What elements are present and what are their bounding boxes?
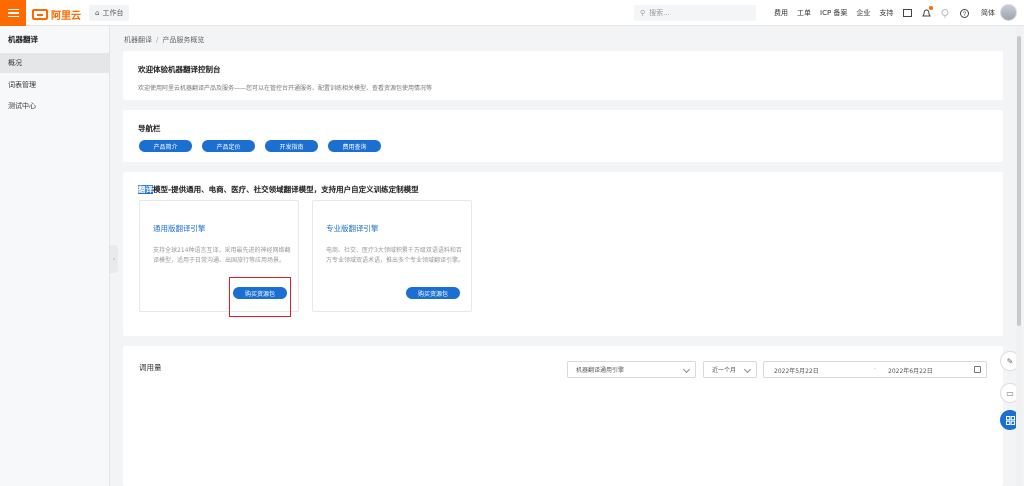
breadcrumb-separator: / — [156, 36, 159, 44]
sidebar-item-label: 词表管理 — [8, 81, 36, 89]
workbench-button[interactable]: ⌂ 工作台 — [89, 5, 130, 21]
sidebar-item-label: 概况 — [8, 59, 22, 67]
hamburger-menu-icon[interactable] — [0, 0, 26, 26]
engine-title[interactable]: 专业版翻译引擎 — [326, 223, 379, 234]
date-start[interactable]: 2022年5月22日 — [774, 366, 819, 375]
engine-title[interactable]: 通用版翻译引擎 — [153, 223, 206, 234]
highlight-annotation-box — [229, 277, 291, 317]
aliyun-logo-icon — [32, 9, 48, 20]
engine-description: 电商、社交、医疗3大领域积累千万级双语语料和百万专业领域双语术语，推出多个专业领… — [326, 247, 465, 264]
top-navigation-bar: 阿里云 ⌂ 工作台 ⚲ 搜索... 费用 工单 ICP 备案 企业 支持 ? 简… — [0, 0, 1024, 26]
period-select[interactable]: 近一个月 — [703, 361, 757, 378]
engine-select-value: 机器翻译通用引擎 — [576, 367, 625, 374]
usage-title: 调用量 — [139, 363, 162, 372]
pro-engine-card: 专业版翻译引擎 电商、社交、医疗3大领域积累千万级双语语料和百万专业领域双语术语… — [312, 200, 472, 312]
navbar-card: 导航栏 产品简介 产品定价 开发指南 费用查询 — [123, 110, 1003, 162]
billing-query-button[interactable]: 费用查询 — [328, 140, 381, 152]
period-select-value: 近一个月 — [712, 367, 737, 374]
search-input[interactable]: ⚲ 搜索... — [634, 5, 756, 21]
sidebar: 机器翻译 概况 词表管理 测试中心 — [0, 26, 110, 486]
engine-description: 支持全球214种语言互译，采用最先进的神经网络翻译模型，适用于日常沟通、出国旅行… — [153, 247, 291, 264]
date-separator: - — [874, 365, 877, 372]
sidebar-title: 机器翻译 — [8, 35, 38, 44]
date-end[interactable]: 2022年6月22日 — [888, 366, 933, 375]
aliyun-logo[interactable]: 阿里云 — [32, 7, 81, 22]
scrollbar-thumb[interactable] — [1017, 36, 1021, 326]
navbar-buttons: 产品简介 产品定价 开发指南 费用查询 — [139, 140, 381, 152]
calendar-icon[interactable] — [974, 366, 981, 373]
chevron-down-icon — [682, 365, 691, 374]
engines-title: 翻译模型-提供通用、电商、医疗、社交领域翻译模型，支持用户自定义训练定制模型 — [138, 184, 419, 195]
buy-resource-pack-button[interactable]: 购买资源包 — [406, 287, 460, 299]
sidebar-collapse-handle[interactable]: ‹ — [110, 245, 118, 273]
language-switch[interactable]: 简体 — [981, 8, 995, 18]
sidebar-item-label: 测试中心 — [8, 102, 36, 110]
bell-icon[interactable] — [921, 6, 933, 18]
workbench-label: 工作台 — [102, 9, 124, 17]
engines-title-highlight: 翻译 — [138, 185, 153, 194]
avatar[interactable] — [1000, 4, 1017, 21]
usage-card: 调用量 机器翻译通用引擎 近一个月 2022年5月22日 - 2022年6月22… — [123, 346, 1003, 486]
top-links: 费用 工单 ICP 备案 企业 支持 — [774, 0, 893, 26]
page-scrollbar[interactable] — [1016, 26, 1022, 486]
engine-select[interactable]: 机器翻译通用引擎 — [567, 361, 696, 378]
dev-guide-button[interactable]: 开发指南 — [265, 140, 318, 152]
help-icon[interactable]: ? — [959, 8, 969, 18]
welcome-card: 欢迎体验机器翻译控制台 欢迎使用阿里云机器翻译产品及服务——您可以在管控台开通服… — [123, 51, 1003, 100]
navbar-title: 导航栏 — [138, 124, 161, 133]
breadcrumb: 机器翻译 / 产品服务概览 — [124, 35, 204, 45]
link-icp[interactable]: ICP 备案 — [820, 8, 847, 18]
lightbulb-icon[interactable] — [940, 8, 950, 18]
link-ticket[interactable]: 工单 — [797, 8, 811, 18]
chevron-down-icon — [743, 365, 752, 374]
link-billing[interactable]: 费用 — [774, 8, 788, 18]
search-placeholder: 搜索... — [649, 9, 670, 17]
breadcrumb-current: 产品服务概览 — [162, 36, 205, 44]
search-icon: ⚲ — [640, 9, 646, 17]
sidebar-item-glossary[interactable]: 词表管理 — [0, 75, 109, 95]
sidebar-item-overview[interactable]: 概况 — [0, 53, 109, 73]
brand-name: 阿里云 — [51, 11, 81, 22]
sidebar-item-test-center[interactable]: 测试中心 — [0, 96, 109, 116]
home-icon: ⌂ — [95, 9, 100, 17]
breadcrumb-root[interactable]: 机器翻译 — [124, 36, 152, 44]
notification-badge — [929, 6, 933, 10]
welcome-title: 欢迎体验机器翻译控制台 — [138, 65, 221, 74]
link-enterprise[interactable]: 企业 — [856, 8, 870, 18]
engines-title-text: 模型-提供通用、电商、医疗、社交领域翻译模型，支持用户自定义训练定制模型 — [153, 185, 419, 194]
link-support[interactable]: 支持 — [879, 8, 893, 18]
pricing-button[interactable]: 产品定价 — [202, 140, 255, 152]
product-intro-button[interactable]: 产品简介 — [139, 140, 192, 152]
chevron-left-icon: ‹ — [112, 255, 116, 263]
date-range-picker[interactable]: 2022年5月22日 - 2022年6月22日 — [763, 361, 987, 378]
welcome-description: 欢迎使用阿里云机器翻译产品及服务——您可以在管控台开通服务、配置训练相关模型、查… — [138, 85, 433, 92]
terminal-icon[interactable] — [902, 8, 912, 18]
top-icons: ? — [902, 0, 969, 26]
